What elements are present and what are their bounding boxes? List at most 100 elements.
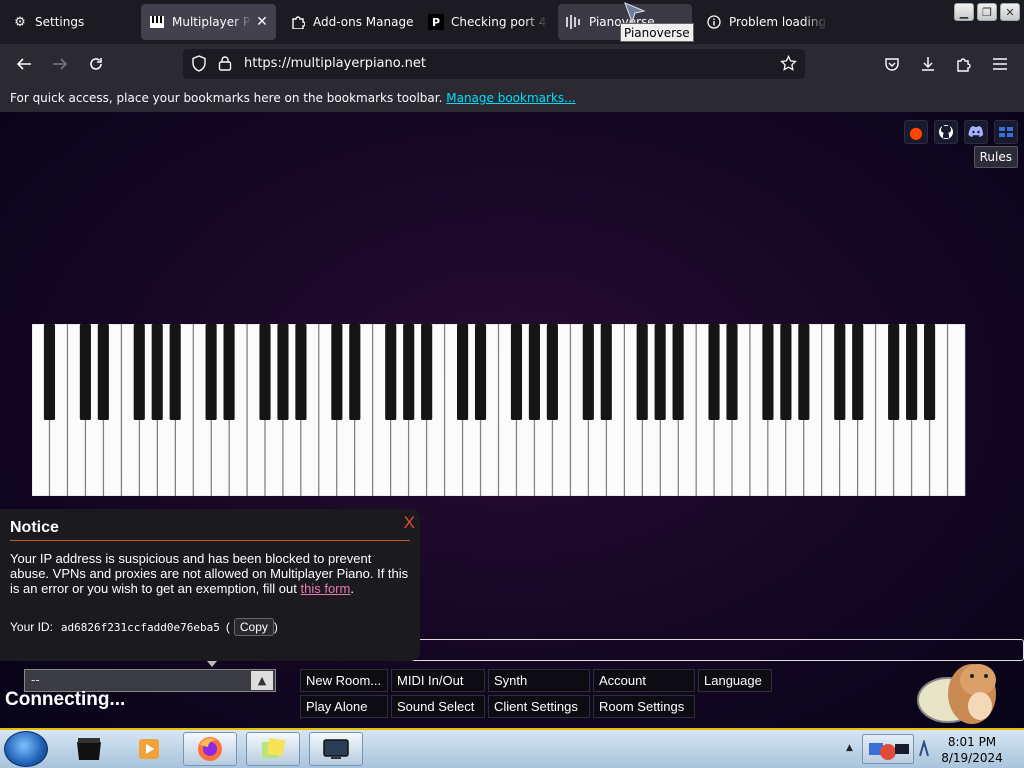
play-alone-button[interactable]: Play Alone <box>300 695 388 718</box>
black-key[interactable] <box>888 324 900 420</box>
client-settings-button[interactable]: Client Settings <box>488 695 590 718</box>
white-key[interactable] <box>947 324 966 496</box>
black-key[interactable] <box>277 324 289 420</box>
network-icon[interactable] <box>918 738 930 762</box>
taskbar-screen-app-icon[interactable] <box>309 732 363 766</box>
black-key[interactable] <box>636 324 648 420</box>
black-key[interactable] <box>852 324 864 420</box>
tab-settings[interactable]: ⚙ Settings <box>4 4 132 40</box>
exemption-form-link[interactable]: this form <box>300 581 350 596</box>
black-key[interactable] <box>654 324 666 420</box>
black-key[interactable] <box>349 324 361 420</box>
paren-open: ( <box>225 620 230 634</box>
copy-id-button[interactable]: Copy <box>233 618 274 636</box>
language-button[interactable]: Language <box>698 669 772 692</box>
extensions-icon[interactable] <box>952 52 976 76</box>
black-key[interactable] <box>510 324 523 420</box>
taskbar-piano-app-icon[interactable] <box>62 732 116 766</box>
chat-input[interactable] <box>410 639 1024 661</box>
black-key[interactable] <box>672 324 684 420</box>
black-key[interactable] <box>457 324 469 420</box>
black-key[interactable] <box>421 324 433 420</box>
back-icon[interactable] <box>12 52 36 76</box>
bookmark-star-icon[interactable] <box>780 54 797 76</box>
notice-close-button[interactable]: X <box>404 513 415 533</box>
notice-period: . <box>350 581 354 596</box>
shield-icon[interactable] <box>191 55 207 76</box>
black-key[interactable] <box>762 324 774 420</box>
black-key[interactable] <box>331 324 343 420</box>
info-icon <box>706 14 722 30</box>
restore-icon[interactable]: ❐ <box>977 3 997 21</box>
social-links: ● <box>904 120 1018 144</box>
tab-checking-port[interactable]: P Checking port 443 <box>420 4 548 40</box>
paren-close: ) <box>273 620 278 634</box>
black-key[interactable] <box>780 324 792 420</box>
midi-in-out-button[interactable]: MIDI In/Out <box>391 669 485 692</box>
forward-icon[interactable] <box>48 52 72 76</box>
black-key[interactable] <box>528 324 540 420</box>
tab-addons-manager[interactable]: Add-ons Manager <box>282 4 414 40</box>
black-key[interactable] <box>97 324 109 420</box>
black-key[interactable] <box>726 324 738 420</box>
system-clock[interactable]: 8:01 PM 8/19/2024 <box>932 734 1012 766</box>
black-key[interactable] <box>79 324 91 420</box>
sound-select-button[interactable]: Sound Select <box>391 695 485 718</box>
manage-bookmarks-link[interactable]: Manage bookmarks... <box>446 91 575 105</box>
url-text[interactable]: https://multiplayerpiano.net <box>244 56 426 71</box>
close-tab-icon[interactable]: ✕ <box>252 14 272 30</box>
reload-icon[interactable] <box>84 52 108 76</box>
black-key[interactable] <box>834 324 846 420</box>
room-settings-button[interactable]: Room Settings <box>593 695 695 718</box>
black-key[interactable] <box>403 324 415 420</box>
pianoverse-icon <box>566 14 582 30</box>
black-key[interactable] <box>385 324 397 420</box>
black-key[interactable] <box>205 324 217 420</box>
tab-multiplayer-piano[interactable]: Multiplayer Piano ✕ <box>141 4 276 40</box>
lock-icon[interactable] <box>218 55 232 75</box>
account-button[interactable]: Account <box>593 669 695 692</box>
black-key[interactable] <box>133 324 145 420</box>
black-key[interactable] <box>223 324 235 420</box>
rules-button[interactable]: Rules <box>973 146 1018 168</box>
black-key[interactable] <box>708 324 720 420</box>
tray-overflow-icon[interactable]: ▲ <box>846 743 853 753</box>
tab-label: Add-ons Manager <box>313 15 414 29</box>
room-select-value: -- <box>31 673 40 687</box>
black-key[interactable] <box>906 324 918 420</box>
discord-icon[interactable] <box>964 120 988 144</box>
caret-up-icon[interactable]: ▲ <box>251 671 273 690</box>
bookmarks-hint: For quick access, place your bookmarks h… <box>10 91 443 105</box>
taskbar-media-player-icon[interactable] <box>122 732 176 766</box>
downloads-icon[interactable] <box>916 52 940 76</box>
tab-problem-loading[interactable]: Problem loading page <box>698 4 828 40</box>
black-key[interactable] <box>798 324 810 420</box>
black-key[interactable] <box>546 324 558 420</box>
start-button-icon[interactable] <box>4 731 48 767</box>
hamster-mascot-image <box>917 664 996 724</box>
piano-icon <box>149 14 165 30</box>
black-key[interactable] <box>582 324 594 420</box>
synth-button[interactable]: Synth <box>488 669 590 692</box>
taskbar-sticky-notes-icon[interactable] <box>246 732 300 766</box>
black-key[interactable] <box>295 324 307 420</box>
black-key[interactable] <box>924 324 936 420</box>
pocket-icon[interactable] <box>880 52 904 76</box>
black-key[interactable] <box>259 324 271 420</box>
black-key[interactable] <box>600 324 612 420</box>
github-icon[interactable] <box>934 120 958 144</box>
reddit-icon[interactable]: ● <box>904 120 928 144</box>
black-key[interactable] <box>43 324 56 420</box>
black-key[interactable] <box>151 324 163 420</box>
close-window-icon[interactable]: ✕ <box>1000 3 1020 21</box>
hamburger-menu-icon[interactable] <box>988 52 1012 76</box>
tray-notification-icons[interactable] <box>862 734 914 764</box>
minimize-icon[interactable]: ▁ <box>954 3 974 21</box>
map-icon[interactable] <box>994 120 1018 144</box>
taskbar-firefox-icon[interactable] <box>183 732 237 766</box>
black-key[interactable] <box>169 324 181 420</box>
new-room-button[interactable]: New Room... <box>300 669 388 692</box>
address-bar[interactable]: https://multiplayerpiano.net <box>183 49 805 79</box>
black-key[interactable] <box>474 324 487 420</box>
piano-keyboard[interactable] <box>32 324 966 496</box>
